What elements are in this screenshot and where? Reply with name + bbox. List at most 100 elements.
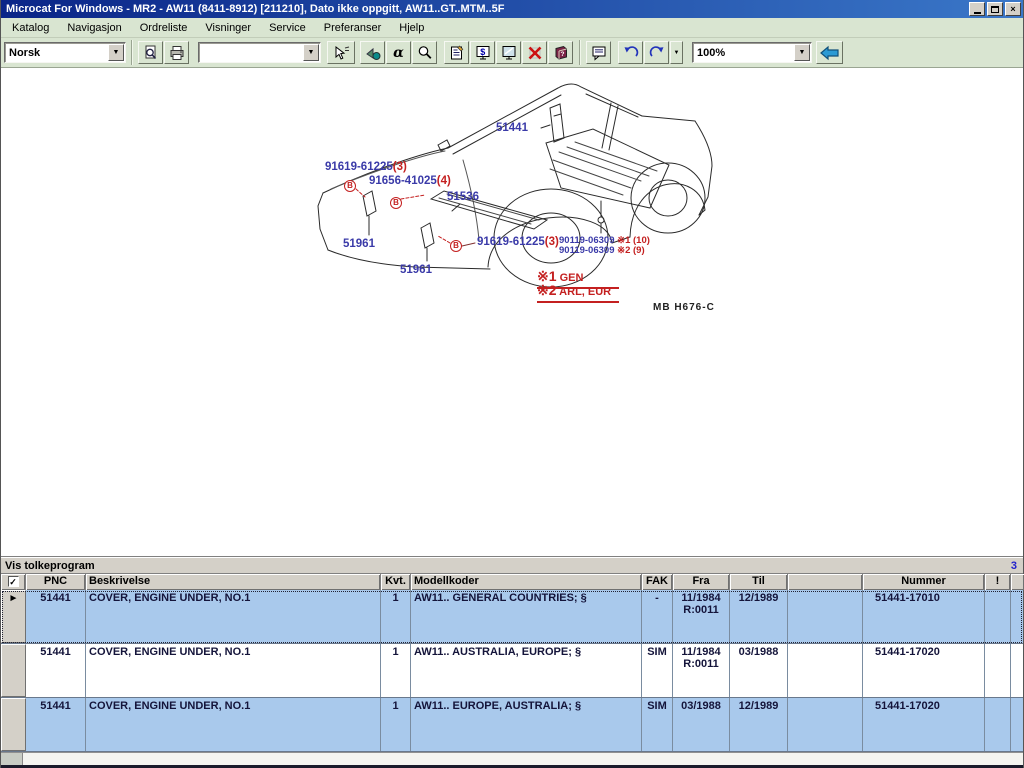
select-all-checkbox[interactable]: ✓ <box>8 576 19 587</box>
close-button[interactable]: × <box>1005 2 1021 16</box>
cell-fra: 11/1984R:0011 <box>673 590 730 643</box>
note-button[interactable] <box>586 41 611 64</box>
undo-button[interactable] <box>618 41 643 64</box>
redo-options-button[interactable]: ▼ <box>670 41 683 64</box>
language-value: Norsk <box>5 47 108 59</box>
minimize-button[interactable] <box>969 2 985 16</box>
order-list-icon <box>449 45 465 61</box>
part-label-text: 51961 <box>400 264 432 276</box>
bolt-marker[interactable]: B <box>450 240 462 252</box>
column-header-Nummer[interactable]: Nummer <box>863 574 985 590</box>
delete-button[interactable] <box>522 41 547 64</box>
column-header-PNC[interactable]: PNC <box>26 574 86 590</box>
svg-text:$: $ <box>480 46 485 56</box>
screen-view-button[interactable] <box>496 41 521 64</box>
toolbar-separator <box>579 40 581 65</box>
part-label-text: 91619-61225 <box>325 161 393 173</box>
cell-fra-line: R:0011 <box>676 658 726 670</box>
row-selector[interactable]: ► <box>1 590 26 643</box>
alpha-index-icon: α <box>393 46 404 60</box>
column-header-Beskrivelse[interactable]: Beskrivelse <box>86 574 381 590</box>
menu-item-ordreliste[interactable]: Ordreliste <box>131 19 197 37</box>
row-selector[interactable] <box>1 644 26 697</box>
row-selector[interactable] <box>1 698 26 751</box>
part-label[interactable]: 91619-61225(3) <box>477 236 559 248</box>
maximize-button[interactable] <box>987 2 1003 16</box>
part-label[interactable]: 51961 <box>400 264 432 276</box>
column-header-blank[interactable] <box>788 574 863 590</box>
menu-item-katalog[interactable]: Katalog <box>3 19 58 37</box>
menu-item-preferanser[interactable]: Preferanser <box>315 19 390 37</box>
table-row[interactable]: 51441COVER, ENGINE UNDER, NO.11AW11.. EU… <box>1 698 1023 752</box>
cell-blank <box>788 698 863 751</box>
column-header-![interactable]: ! <box>985 574 1011 590</box>
cell-pnc: 51441 <box>26 698 86 751</box>
bolt-marker[interactable]: B <box>390 197 402 209</box>
cell-fak: SIM <box>642 698 673 751</box>
locate-part-button[interactable] <box>360 41 385 64</box>
select-pointer-icon <box>333 45 350 61</box>
column-header-Fra[interactable]: Fra <box>673 574 730 590</box>
column-header-Modellkoder[interactable]: Modellkoder <box>411 574 642 590</box>
chevron-down-icon[interactable]: ▼ <box>794 44 810 61</box>
redo-button[interactable] <box>644 41 669 64</box>
cell-fra: 03/1988 <box>673 698 730 751</box>
cell-fra-line: 11/1984 <box>676 592 726 604</box>
menu-item-navigasjon[interactable]: Navigasjon <box>58 19 130 37</box>
cell-kvt: 1 <box>381 698 411 751</box>
cell-modellkoder: AW11.. EUROPE, AUSTRALIA; § <box>411 698 642 751</box>
car-line-art <box>1 68 1023 557</box>
navigate-back-button[interactable] <box>816 41 843 64</box>
note-icon <box>591 45 607 61</box>
close-icon: × <box>1010 4 1015 14</box>
part-label[interactable]: 51961 <box>343 238 375 250</box>
maximize-icon <box>991 6 999 13</box>
cell-excl <box>985 698 1011 751</box>
table-row[interactable]: 51441COVER, ENGINE UNDER, NO.11AW11.. AU… <box>1 644 1023 698</box>
part-label[interactable]: 51536 <box>447 191 479 203</box>
column-header-Til[interactable]: Til <box>730 574 788 590</box>
cell-fra-line: R:0011 <box>676 604 726 616</box>
alpha-index-button[interactable]: α <box>386 41 411 64</box>
catalog-book-button[interactable]: ? <box>548 41 573 64</box>
interpreter-bar-title: Vis tolkeprogram <box>1 560 95 572</box>
part-label[interactable]: 91619-61225(3) <box>325 161 407 173</box>
select-all-header[interactable]: ✓ <box>1 574 26 590</box>
language-select[interactable]: Norsk ▼ <box>4 42 126 63</box>
interpreter-bar[interactable]: Vis tolkeprogram 3 <box>1 557 1023 574</box>
cell-beskrivelse: COVER, ENGINE UNDER, NO.1 <box>86 644 381 697</box>
print-preview-button[interactable] <box>138 41 163 64</box>
zoom-select[interactable]: 100% ▼ <box>692 42 812 63</box>
column-header-Kvt.[interactable]: Kvt. <box>381 574 411 590</box>
redo-icon <box>649 45 665 61</box>
part-label[interactable]: 91656-41025(4) <box>369 175 451 187</box>
part-label-text: 51536 <box>447 191 479 203</box>
table-row[interactable]: ►51441COVER, ENGINE UNDER, NO.11AW11.. G… <box>1 590 1023 644</box>
part-lookup-select[interactable]: ▼ <box>198 42 321 63</box>
part-label-text: (4) <box>437 175 451 187</box>
interpreter-bar-count: 3 <box>1011 560 1017 572</box>
title-bar: Microcat For Windows - MR2 - AW11 (8411-… <box>1 0 1023 18</box>
zoom-search-button[interactable] <box>412 41 437 64</box>
resize-grip <box>1 753 23 765</box>
print-button[interactable] <box>164 41 189 64</box>
price-button[interactable]: $ <box>470 41 495 64</box>
part-label-text: ※2 <box>614 245 633 256</box>
menu-item-hjelp[interactable]: Hjelp <box>390 19 433 37</box>
column-header-FAK[interactable]: FAK <box>642 574 673 590</box>
menu-item-visninger[interactable]: Visninger <box>196 19 260 37</box>
cell-pnc: 51441 <box>26 644 86 697</box>
chevron-down-icon[interactable]: ▼ <box>108 44 124 61</box>
screen-icon <box>501 45 517 61</box>
part-label[interactable]: 90119-06309 ※2 (9) <box>559 245 645 256</box>
select-pointer-button[interactable] <box>327 41 355 64</box>
order-list-button[interactable] <box>444 41 469 64</box>
cell-beskrivelse: COVER, ENGINE UNDER, NO.1 <box>86 698 381 751</box>
bolt-marker[interactable]: B <box>344 180 356 192</box>
part-label[interactable]: 51441 <box>496 122 528 134</box>
svg-text:?: ? <box>560 51 564 58</box>
chevron-down-icon[interactable]: ▼ <box>303 44 319 61</box>
window-title: Microcat For Windows - MR2 - AW11 (8411-… <box>6 3 967 15</box>
menu-item-service[interactable]: Service <box>260 19 315 37</box>
undo-icon <box>623 45 639 61</box>
